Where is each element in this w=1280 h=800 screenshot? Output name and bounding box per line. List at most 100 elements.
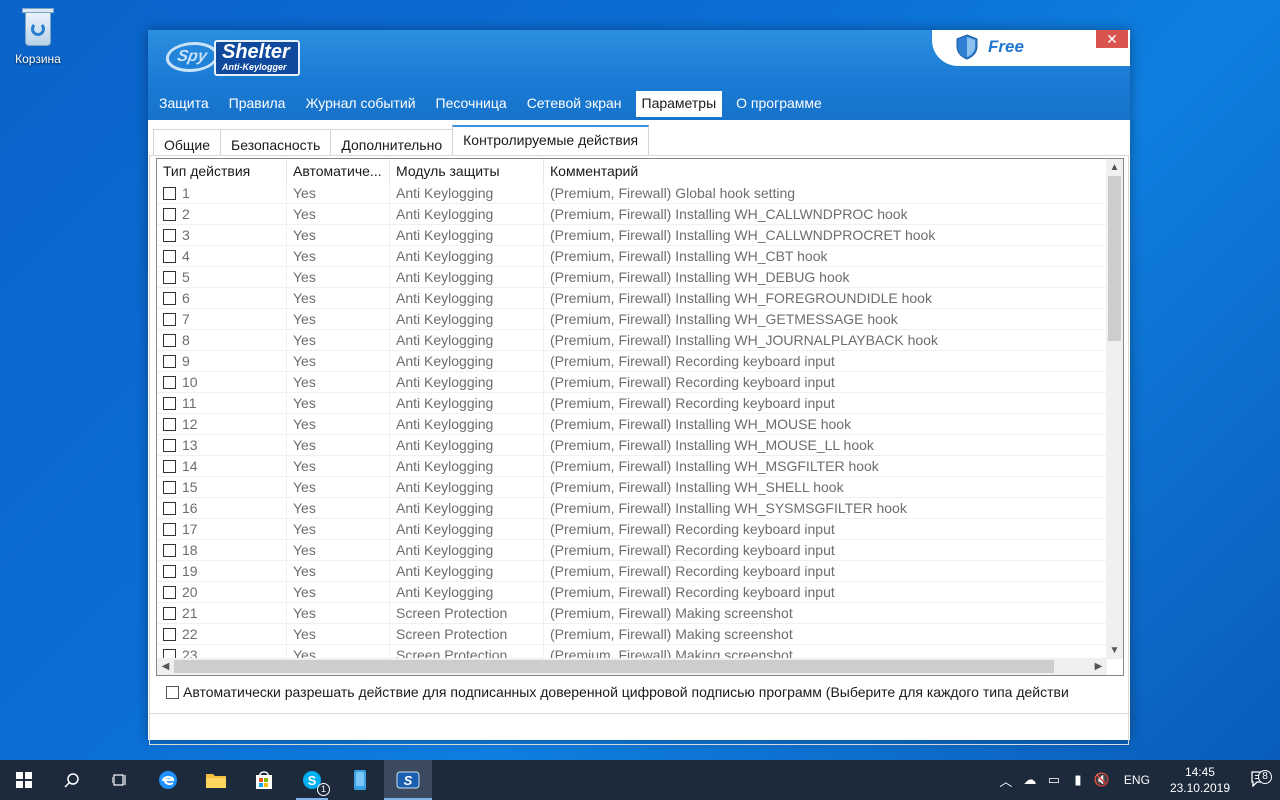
table-row[interactable]: 17 Yes Anti Keylogging (Premium, Firewall) … xyxy=(157,519,1107,540)
row-checkbox[interactable] xyxy=(163,627,176,641)
edge-taskbar-button[interactable] xyxy=(144,760,192,800)
table-row[interactable]: 9 Yes Anti Keylogging (Premium, Firewall) R… xyxy=(157,351,1107,372)
column-header-comment[interactable]: Комментарий xyxy=(544,159,1107,183)
language-indicator[interactable]: ENG xyxy=(1114,773,1160,787)
row-checkbox[interactable] xyxy=(163,333,176,347)
nav-rules[interactable]: Правила xyxy=(223,91,292,117)
row-checkbox[interactable] xyxy=(163,501,176,515)
row-checkbox[interactable] xyxy=(163,438,176,452)
row-checkbox[interactable] xyxy=(163,312,176,326)
row-checkbox[interactable] xyxy=(163,564,176,578)
skype-taskbar-button[interactable]: S 1 xyxy=(288,760,336,800)
table-row[interactable]: 6 Yes Anti Keylogging (Premium, Firewall) I… xyxy=(157,288,1107,309)
action-type-cell: 15 xyxy=(157,477,287,497)
windows-logo-icon xyxy=(16,772,32,788)
column-header-automatic[interactable]: Автоматиче... xyxy=(287,159,390,183)
row-checkbox[interactable] xyxy=(163,186,176,200)
row-checkbox[interactable] xyxy=(163,585,176,599)
recycle-bin-desktop-icon[interactable]: Корзина xyxy=(8,6,68,66)
auto-allow-checkbox[interactable] xyxy=(166,685,179,699)
row-checkbox[interactable] xyxy=(163,270,176,284)
tab-advanced[interactable]: Дополнительно xyxy=(330,129,454,156)
volume-mute-icon[interactable]: 🔇 xyxy=(1090,772,1114,788)
system-tray: ︿ ☁ ▭ ▮ 🔇 ENG 14:45 23.10.2019 8 xyxy=(994,760,1280,800)
clock[interactable]: 14:45 23.10.2019 xyxy=(1160,764,1240,796)
auto-allow-option[interactable]: Автоматически разрешать действие для под… xyxy=(166,684,1126,700)
table-row[interactable]: 22 Yes Screen Protection (Premium, Firewall… xyxy=(157,624,1107,645)
network-icon[interactable]: ▭ xyxy=(1042,772,1066,788)
horizontal-scrollbar[interactable]: ◀ ▶ xyxy=(157,658,1107,675)
row-checkbox[interactable] xyxy=(163,291,176,305)
action-id: 20 xyxy=(182,584,198,600)
comment-cell: (Premium, Firewall) Installing WH_CALLWN… xyxy=(544,204,1107,224)
action-center-button[interactable]: 8 xyxy=(1240,769,1280,790)
table-row[interactable]: 5 Yes Anti Keylogging (Premium, Firewall) I… xyxy=(157,267,1107,288)
tab-security[interactable]: Безопасность xyxy=(220,129,332,156)
table-row[interactable]: 14 Yes Anti Keylogging (Premium, Firewall) … xyxy=(157,456,1107,477)
tab-general[interactable]: Общие xyxy=(153,129,222,156)
row-checkbox[interactable] xyxy=(163,606,176,620)
scroll-down-icon[interactable]: ▼ xyxy=(1106,642,1123,659)
vertical-scrollbar[interactable]: ▲ ▼ xyxy=(1106,159,1123,659)
battery-icon[interactable]: ▮ xyxy=(1066,772,1090,788)
table-row[interactable]: 3 Yes Anti Keylogging (Premium, Firewall) I… xyxy=(157,225,1107,246)
table-row[interactable]: 16 Yes Anti Keylogging (Premium, Firewall) … xyxy=(157,498,1107,519)
table-row[interactable]: 8 Yes Anti Keylogging (Premium, Firewall) I… xyxy=(157,330,1107,351)
action-id: 10 xyxy=(182,374,198,390)
file-explorer-taskbar-button[interactable] xyxy=(192,760,240,800)
table-row[interactable]: 2 Yes Anti Keylogging (Premium, Firewall) I… xyxy=(157,204,1107,225)
table-row[interactable]: 7 Yes Anti Keylogging (Premium, Firewall) I… xyxy=(157,309,1107,330)
start-button[interactable] xyxy=(0,760,48,800)
column-header-module[interactable]: Модуль защиты xyxy=(390,159,544,183)
chevron-up-icon[interactable]: ︿ xyxy=(994,771,1018,790)
actions-list[interactable]: Тип действия Автоматиче... Модуль защиты… xyxy=(156,158,1124,676)
row-checkbox[interactable] xyxy=(163,543,176,557)
nav-sandbox[interactable]: Песочница xyxy=(430,91,513,117)
store-taskbar-button[interactable] xyxy=(240,760,288,800)
row-checkbox[interactable] xyxy=(163,417,176,431)
search-button[interactable] xyxy=(48,760,96,800)
table-row[interactable]: 11 Yes Anti Keylogging (Premium, Firewall) … xyxy=(157,393,1107,414)
table-row[interactable]: 12 Yes Anti Keylogging (Premium, Firewall) … xyxy=(157,414,1107,435)
table-row[interactable]: 1 Yes Anti Keylogging (Premium, Firewall) G… xyxy=(157,183,1107,204)
table-row[interactable]: 19 Yes Anti Keylogging (Premium, Firewall) … xyxy=(157,561,1107,582)
table-row[interactable]: 20 Yes Anti Keylogging (Premium, Firewall) … xyxy=(157,582,1107,603)
row-checkbox[interactable] xyxy=(163,480,176,494)
spyshelter-taskbar-button[interactable]: S xyxy=(384,760,432,800)
action-type-cell: 7 xyxy=(157,309,287,329)
task-view-button[interactable] xyxy=(96,760,144,800)
scroll-left-icon[interactable]: ◀ xyxy=(157,658,174,675)
row-checkbox[interactable] xyxy=(163,459,176,473)
row-checkbox[interactable] xyxy=(163,396,176,410)
nav-about[interactable]: О программе xyxy=(730,91,828,117)
nav-event-log[interactable]: Журнал событий xyxy=(299,91,421,117)
tab-controlled-actions[interactable]: Контролируемые действия xyxy=(452,125,650,156)
module-cell: Anti Keylogging xyxy=(390,330,544,350)
row-checkbox[interactable] xyxy=(163,354,176,368)
nav-firewall[interactable]: Сетевой экран xyxy=(521,91,628,117)
table-row[interactable]: 15 Yes Anti Keylogging (Premium, Firewall) … xyxy=(157,477,1107,498)
row-checkbox[interactable] xyxy=(163,249,176,263)
table-row[interactable]: 21 Yes Screen Protection (Premium, Firewall… xyxy=(157,603,1107,624)
column-header-action-type[interactable]: Тип действия xyxy=(157,159,287,183)
table-row[interactable]: 4 Yes Anti Keylogging (Premium, Firewall) I… xyxy=(157,246,1107,267)
action-id: 4 xyxy=(182,248,190,264)
title-bar[interactable]: Spy Shelter Anti-Keylogger Free ✕ Защита… xyxy=(148,30,1130,120)
nav-protection[interactable]: Защита xyxy=(153,91,215,117)
table-row[interactable]: 18 Yes Anti Keylogging (Premium, Firewall) … xyxy=(157,540,1107,561)
phone-taskbar-button[interactable] xyxy=(336,760,384,800)
row-checkbox[interactable] xyxy=(163,207,176,221)
close-button[interactable]: ✕ xyxy=(1096,30,1128,48)
scroll-right-icon[interactable]: ▶ xyxy=(1090,658,1107,675)
scroll-up-icon[interactable]: ▲ xyxy=(1106,159,1123,176)
table-row[interactable]: 13 Yes Anti Keylogging (Premium, Firewall) … xyxy=(157,435,1107,456)
row-checkbox[interactable] xyxy=(163,522,176,536)
onedrive-cloud-icon[interactable]: ☁ xyxy=(1018,772,1042,788)
horizontal-scroll-thumb[interactable] xyxy=(174,660,1054,673)
module-cell: Anti Keylogging xyxy=(390,582,544,602)
row-checkbox[interactable] xyxy=(163,228,176,242)
row-checkbox[interactable] xyxy=(163,375,176,389)
nav-settings[interactable]: Параметры xyxy=(635,91,723,117)
table-row[interactable]: 10 Yes Anti Keylogging (Premium, Firewall) … xyxy=(157,372,1107,393)
vertical-scroll-thumb[interactable] xyxy=(1108,176,1121,341)
